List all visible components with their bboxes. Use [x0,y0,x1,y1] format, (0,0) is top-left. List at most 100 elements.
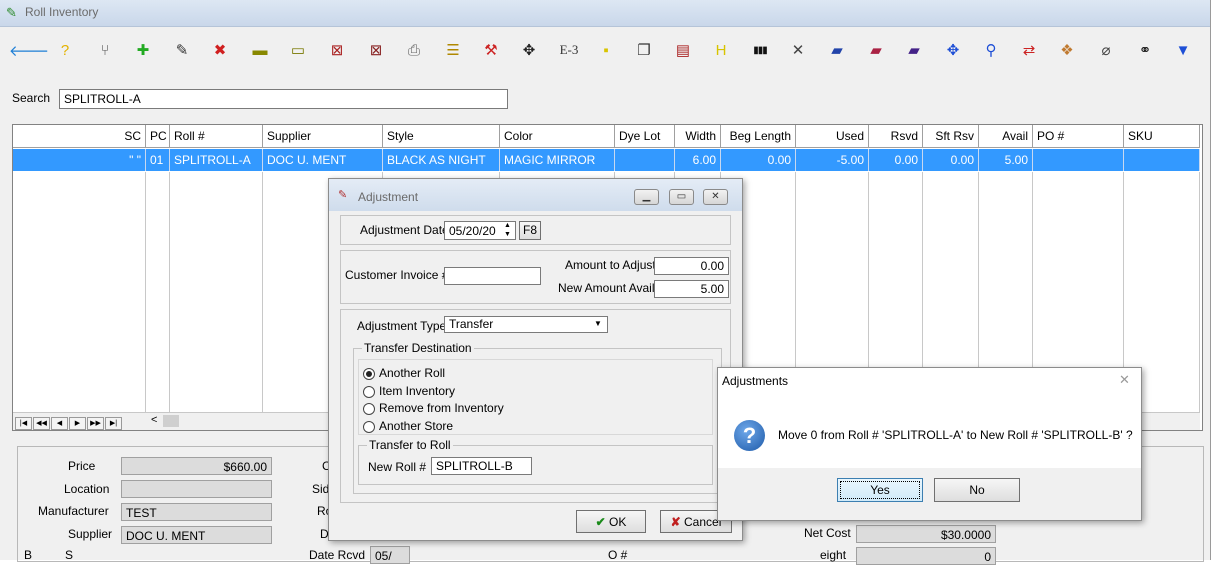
table-cell[interactable]: " " [13,149,146,171]
truck-delete-icon[interactable]: ▰ [864,38,888,62]
column-header[interactable]: Style [383,125,500,148]
transfer-icon[interactable]: ⇄ [1017,38,1041,62]
truck-icon[interactable]: ▰ [825,38,849,62]
radio-label[interactable]: Another Store [379,419,453,433]
table-cell[interactable]: -5.00 [796,149,869,171]
move-blue-icon[interactable]: ✥ [941,38,965,62]
amount-to-adjust-input[interactable] [654,257,729,275]
customer-invoice-input[interactable] [444,267,541,285]
table-cell[interactable] [1033,149,1124,171]
edit-record-icon[interactable]: ✎ [170,38,194,62]
table-cell[interactable]: 5.00 [979,149,1033,171]
f8-button[interactable]: F8 [519,221,541,240]
table-cell[interactable]: 01 [146,149,170,171]
table-cell[interactable]: DOC U. MENT [263,149,383,171]
print-icon[interactable]: ⎙ [402,38,426,62]
radio-label[interactable]: Item Inventory [379,384,455,398]
radio-remove-from-inventory[interactable] [363,403,375,415]
column-header[interactable]: Avail [979,125,1033,148]
date-group: Adjustment Date 05/20/20 ▲ ▼ F8 [340,215,731,245]
column-header[interactable]: SKU [1124,125,1200,148]
date-spinner-icon[interactable]: ▲ ▼ [504,221,511,239]
column-header[interactable]: Color [500,125,615,148]
history-icon[interactable]: H [709,38,733,62]
adjustment-type-select[interactable]: Transfer [444,316,608,333]
grid-column-line [1199,172,1200,412]
table-cell[interactable]: 6.00 [675,149,721,171]
delete-record-icon[interactable]: ✖ [208,38,232,62]
tags-delete-icon[interactable]: ⊠ [364,38,388,62]
book-icon[interactable]: ❐ [632,38,656,62]
new-roll-label: New Roll # [368,460,427,474]
column-header[interactable]: Used [796,125,869,148]
table-cell[interactable] [1124,149,1200,171]
record-nav-button[interactable]: ▶ [69,417,86,430]
tag-delete-icon[interactable]: ⊠ [325,38,349,62]
column-header[interactable]: PC [146,125,170,148]
radio-label[interactable]: Another Roll [379,366,445,380]
column-header[interactable]: Supplier [263,125,383,148]
column-header[interactable]: PO # [1033,125,1124,148]
location-label: Location [64,482,110,496]
split-icon[interactable]: ⑂ [93,38,117,62]
e3-icon[interactable]: E-3 [555,38,583,62]
record-nav-button[interactable]: ◀ [51,417,68,430]
no-button[interactable]: No [934,478,1020,502]
table-cell[interactable]: 0.00 [923,149,979,171]
column-header[interactable]: Rsvd [869,125,923,148]
table-cell[interactable]: BLACK AS NIGHT [383,149,500,171]
adjustments-confirm-dialog: Adjustments ✕ ? Move 0 from Roll # 'SPLI… [717,367,1142,521]
record-nav-button[interactable]: ◀◀ [33,417,50,430]
table-cell[interactable]: 0.00 [721,149,796,171]
note-icon[interactable]: ▪ [594,38,618,62]
truck-store-icon[interactable]: ▰ [902,38,926,62]
search-icon[interactable]: ⚲ [979,38,1003,62]
record-nav-button[interactable]: ▶| [105,417,122,430]
yes-button[interactable]: Yes [837,478,923,502]
ok-button[interactable]: ✔ OK [576,510,646,533]
window-title: Roll Inventory [25,5,99,19]
help-icon[interactable]: ? [53,38,77,62]
table-cell[interactable]: MAGIC MIRROR [500,149,615,171]
column-header[interactable]: Sft Rsv [923,125,979,148]
document-icon[interactable]: ▤ [671,38,695,62]
binoculars-icon[interactable]: ⚭ [1133,38,1157,62]
grid-column-line [169,172,170,412]
column-header[interactable]: SC [13,125,146,148]
roll-number-icon[interactable]: ✕ [786,38,810,62]
close-icon[interactable]: ✕ [1119,372,1130,388]
scroll-left-button[interactable]: < [151,414,157,426]
column-header[interactable]: Dye Lot [615,125,675,148]
attachment-icon[interactable]: ⌀ [1094,38,1118,62]
notes-icon[interactable]: ☰ [441,38,465,62]
column-header[interactable]: Width [675,125,721,148]
radio-label[interactable]: Remove from Inventory [379,401,504,415]
close-icon[interactable]: ✕ [703,189,728,205]
back-arrow-icon[interactable]: 🡐 [9,38,49,62]
column-header[interactable]: Roll # [170,125,263,148]
radio-another-store[interactable] [363,420,375,433]
radio-another-roll[interactable] [363,368,375,380]
new-roll-input[interactable] [431,457,532,475]
horizontal-scrollbar-thumb[interactable] [163,415,179,427]
search-input[interactable] [59,89,508,109]
record-nav-button[interactable]: |◀ [15,417,32,430]
tag-icon[interactable]: ▬ [248,38,272,62]
radio-item-inventory[interactable] [363,385,375,398]
table-cell[interactable]: 0.00 [869,149,923,171]
record-nav-button[interactable]: ▶▶ [87,417,104,430]
maximize-icon[interactable]: ▭ [669,189,694,205]
new-amount-avail-input[interactable] [654,280,729,298]
more-icon[interactable]: ▼ [1171,38,1195,62]
table-cell[interactable] [615,149,675,171]
tools-icon[interactable]: ⚒ [479,38,503,62]
move-icon[interactable]: ✥ [517,38,541,62]
barcode-icon[interactable]: ▮▮▮ [748,38,772,62]
table-cell[interactable]: SPLITROLL-A [170,149,263,171]
minimize-icon[interactable]: ▁ [634,189,659,205]
column-header[interactable]: Beg Length [721,125,796,148]
tag-list-icon[interactable]: ▭ [286,38,310,62]
chevron-down-icon[interactable]: ▼ [594,319,602,328]
package-icon[interactable]: ❖ [1055,38,1079,62]
add-record-icon[interactable]: ✚ [131,38,155,62]
